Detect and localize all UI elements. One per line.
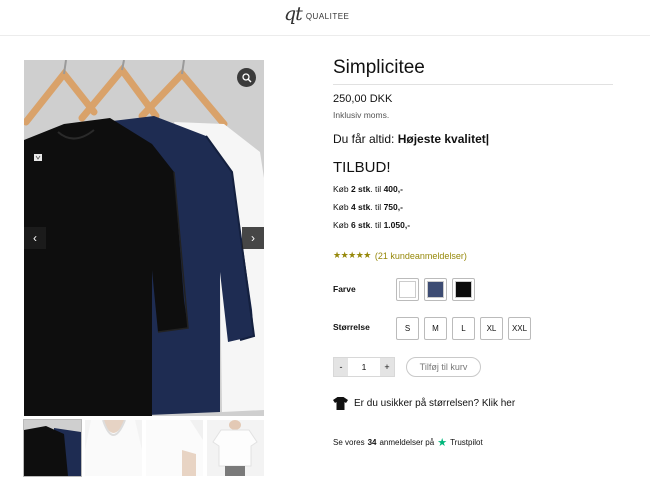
thumbnail-4[interactable] [207, 420, 264, 476]
trustpilot-star-icon: ★ [437, 437, 448, 449]
tshirts-on-hangers-image [24, 60, 264, 416]
gallery-next-button[interactable]: › [242, 227, 264, 249]
thumbnail-2[interactable] [85, 420, 142, 476]
trustpilot-badge[interactable]: Se vores 34 anmeldelser på ★ Trustpilot [333, 436, 483, 449]
quality-bold: Højeste kvalitet| [397, 132, 490, 146]
offer-line: Køb 6 stk. til 1.050,- [333, 220, 410, 230]
gallery-prev-button[interactable]: ‹ [24, 227, 46, 249]
chevron-right-icon: › [251, 231, 255, 245]
size-option-m[interactable]: M [424, 317, 447, 340]
qty-input[interactable]: 1 [348, 358, 380, 376]
thumbnail-1[interactable] [23, 419, 82, 477]
logo-text: QUALITEE [305, 11, 350, 21]
color-swatch-navy[interactable] [424, 278, 447, 301]
product-price: 250,00 DKK [333, 93, 393, 105]
tax-note: Inklusiv moms. [333, 110, 390, 120]
size-label: Størrelse [333, 322, 370, 332]
offer-qty: 2 stk [350, 184, 371, 194]
product-main-image[interactable] [24, 60, 264, 416]
size-guide-text: Er du usikker på størrelsen? Klik her [354, 398, 516, 409]
offer-line: Køb 4 stk. til 750,- [333, 202, 403, 212]
trust-suffix: anmeldelser på [379, 438, 435, 447]
rating-row: ★★★★★ (21 kundeanmeldelser) [333, 250, 467, 261]
add-to-cart-button[interactable]: Tilføj til kurv [406, 357, 481, 377]
offer-mid: . til [370, 220, 384, 230]
offer-prefix: Køb [333, 220, 351, 230]
trust-prefix: Se vores [333, 438, 365, 447]
color-swatch-white[interactable] [396, 278, 419, 301]
qty-increase-button[interactable]: + [380, 358, 394, 376]
trust-count: 34 [367, 438, 377, 447]
size-guide-link[interactable]: Er du usikker på størrelsen? Klik her [333, 397, 515, 410]
swatch-fill [427, 281, 444, 298]
thumbnail-3[interactable] [146, 420, 203, 476]
size-option-xxl[interactable]: XXL [508, 317, 531, 340]
offer-prefix: Køb [333, 184, 351, 194]
offer-price: 750,- [383, 202, 403, 212]
gallery-thumbnails [23, 419, 264, 477]
quality-prefix: Du får altid: [333, 132, 395, 146]
title-divider [333, 84, 613, 85]
size-option-s[interactable]: S [396, 317, 419, 340]
thumbnail-image [85, 420, 142, 476]
size-option-l[interactable]: L [452, 317, 475, 340]
site-header: qt QUALITEE [0, 0, 650, 36]
zoom-button[interactable] [237, 68, 256, 87]
site-logo[interactable]: qt QUALITEE [284, 3, 349, 25]
offer-prefix: Køb [333, 202, 351, 212]
thumbnail-image [24, 420, 81, 476]
offer-qty: 4 stk [350, 202, 371, 212]
chevron-left-icon: ‹ [33, 231, 37, 245]
offer-title: TILBUD! [333, 159, 391, 176]
offer-qty: 6 stk [350, 220, 371, 230]
trust-brand: Trustpilot [450, 438, 483, 447]
tshirt-icon [333, 397, 348, 410]
offer-price: 1.050,- [383, 220, 411, 230]
quality-statement: Du får altid: Højeste kvalitet| [333, 132, 489, 146]
size-option-xl[interactable]: XL [480, 317, 503, 340]
color-swatch-black[interactable] [452, 278, 475, 301]
reviews-link[interactable]: (21 kundeanmeldelser) [375, 251, 467, 261]
qty-decrease-button[interactable]: - [334, 358, 348, 376]
thumbnail-image [207, 420, 264, 476]
logo-mark: qt [284, 3, 303, 25]
swatch-fill [455, 281, 472, 298]
swatch-fill [399, 281, 416, 298]
offer-line: Køb 2 stk. til 400,- [333, 184, 403, 194]
offer-mid: . til [370, 202, 384, 212]
offer-mid: . til [370, 184, 384, 194]
star-rating-icon: ★★★★★ [333, 250, 371, 260]
magnifier-icon [241, 72, 251, 82]
product-title: Simplicitee [333, 57, 425, 78]
quantity-stepper: - 1 + [333, 357, 395, 377]
color-label: Farve [333, 284, 356, 294]
offer-price: 400,- [383, 184, 403, 194]
thumbnail-image [146, 420, 203, 476]
